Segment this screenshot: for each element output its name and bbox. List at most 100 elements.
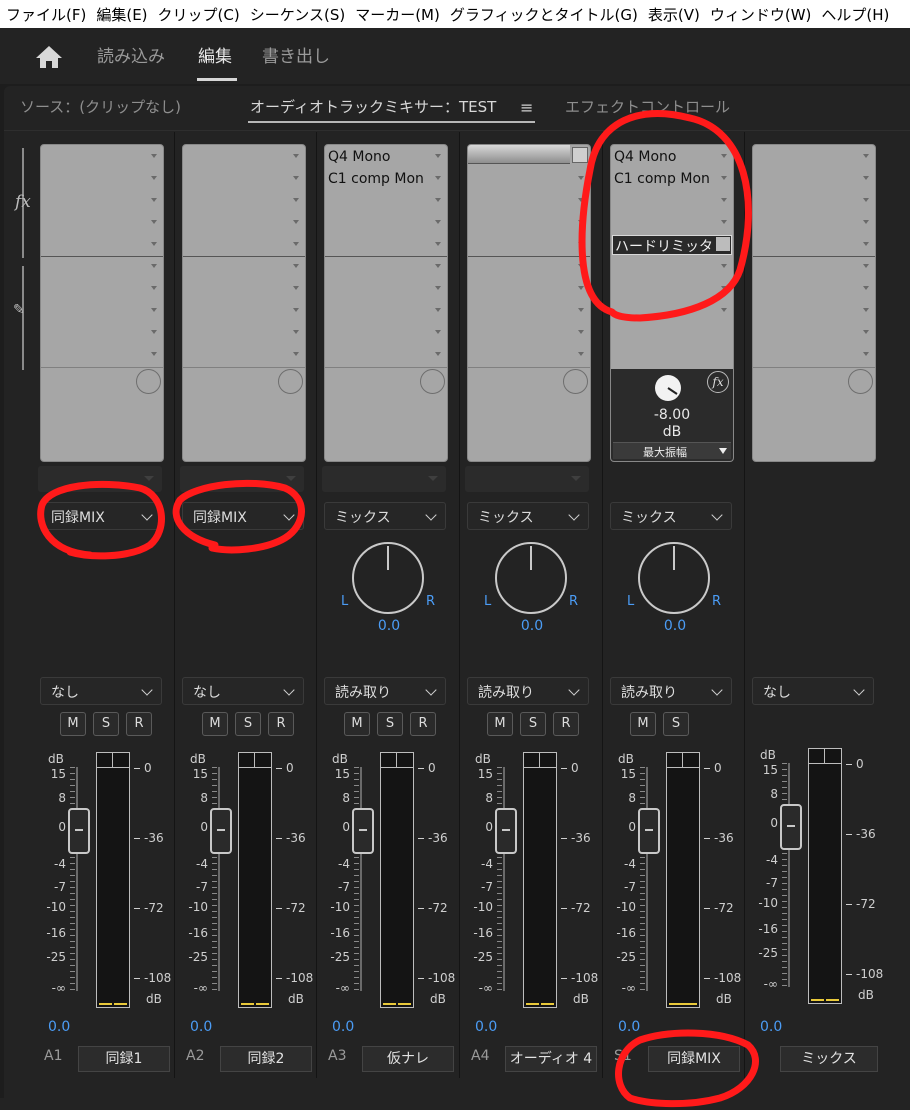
- panel-menu-icon[interactable]: ≡: [520, 98, 533, 117]
- effect-slot[interactable]: [41, 235, 163, 257]
- slot-dropdown-icon[interactable]: [435, 242, 441, 246]
- menu-item-5[interactable]: グラフィックとタイトル(G): [444, 4, 642, 25]
- menu-item-0[interactable]: ファイル(F): [0, 4, 90, 25]
- slot-dropdown-icon[interactable]: [578, 176, 584, 180]
- volume-value[interactable]: 0.0: [475, 1019, 497, 1035]
- effect-slot[interactable]: [468, 147, 590, 169]
- slot-dropdown-icon[interactable]: [293, 198, 299, 202]
- effect-slot[interactable]: [183, 235, 305, 257]
- slot-dropdown-icon[interactable]: [435, 176, 441, 180]
- send-level-knob[interactable]: [420, 369, 445, 394]
- effect-slot[interactable]: [753, 147, 875, 169]
- slot-dropdown-icon[interactable]: [721, 154, 727, 158]
- effect-slot[interactable]: [611, 213, 733, 235]
- slot-dropdown-icon[interactable]: [435, 264, 441, 268]
- slot-dropdown-icon[interactable]: [578, 242, 584, 246]
- solo-button[interactable]: S: [93, 712, 119, 736]
- parameter-knob[interactable]: [655, 375, 681, 401]
- workspace-tab-import[interactable]: 読み込み: [97, 42, 165, 67]
- send-slot[interactable]: [753, 301, 875, 323]
- slot-dropdown-icon[interactable]: [293, 308, 299, 312]
- effect-slot[interactable]: [183, 169, 305, 191]
- send-slot[interactable]: [325, 257, 447, 279]
- mute-button[interactable]: M: [344, 712, 370, 736]
- effect-slot[interactable]: [41, 169, 163, 191]
- send-slot[interactable]: [325, 279, 447, 301]
- send-slot[interactable]: [41, 279, 163, 301]
- tab-source[interactable]: ソース：(クリップなし): [20, 96, 181, 117]
- slot-dropdown-icon[interactable]: [293, 154, 299, 158]
- slot-dropdown-icon[interactable]: [151, 352, 157, 356]
- send-slot[interactable]: [183, 345, 305, 367]
- output-routing-dropdown[interactable]: 同録MIX: [40, 502, 162, 530]
- send-slot[interactable]: [753, 257, 875, 279]
- clip-indicator[interactable]: [239, 753, 271, 768]
- slot-dropdown-icon[interactable]: [151, 198, 157, 202]
- pan-value[interactable]: 0.0: [461, 618, 603, 634]
- track-name[interactable]: 同録1: [78, 1046, 170, 1072]
- send-slot[interactable]: [325, 301, 447, 323]
- send-level-knob[interactable]: [278, 369, 303, 394]
- slot-dropdown-icon[interactable]: [151, 330, 157, 334]
- effect-slot[interactable]: [325, 235, 447, 257]
- slot-dropdown-icon[interactable]: [435, 330, 441, 334]
- output-routing-dropdown[interactable]: ミックス: [610, 502, 732, 530]
- slot-dropdown-icon[interactable]: [721, 220, 727, 224]
- slot-dropdown-icon[interactable]: [293, 220, 299, 224]
- clip-indicator[interactable]: [667, 753, 699, 768]
- mute-button[interactable]: M: [630, 712, 656, 736]
- send-slot[interactable]: [183, 279, 305, 301]
- insert-effect-selected[interactable]: ハードリミッタ: [612, 235, 732, 255]
- slot-dropdown-icon[interactable]: [293, 330, 299, 334]
- slot-dropdown-icon[interactable]: [721, 176, 727, 180]
- mute-button[interactable]: M: [60, 712, 86, 736]
- record-button[interactable]: R: [268, 712, 294, 736]
- pan-value[interactable]: 0.0: [318, 618, 460, 634]
- volume-value[interactable]: 0.0: [760, 1019, 782, 1035]
- automation-mode-dropdown[interactable]: 読み取り: [467, 677, 589, 705]
- menu-item-3[interactable]: シーケンス(S): [244, 4, 349, 25]
- slot-dropdown-icon[interactable]: [151, 264, 157, 268]
- slot-dropdown-icon[interactable]: [151, 286, 157, 290]
- slot-dropdown-icon[interactable]: [578, 264, 584, 268]
- solo-button[interactable]: S: [520, 712, 546, 736]
- send-slot[interactable]: [41, 323, 163, 345]
- track-name[interactable]: ミックス: [780, 1046, 878, 1072]
- slot-dropdown-icon[interactable]: [863, 242, 869, 246]
- effect-slot[interactable]: [753, 235, 875, 257]
- effect-slot[interactable]: [753, 213, 875, 235]
- send-slot[interactable]: [753, 279, 875, 301]
- slot-dropdown-icon[interactable]: [863, 286, 869, 290]
- slot-dropdown-icon[interactable]: [435, 286, 441, 290]
- slot-dropdown-icon[interactable]: [151, 242, 157, 246]
- pan-knob[interactable]: [495, 542, 567, 614]
- output-routing-dropdown[interactable]: ミックス: [324, 502, 446, 530]
- slot-dropdown-icon[interactable]: [863, 330, 869, 334]
- clip-indicator[interactable]: [381, 753, 413, 768]
- insert-effect-dropdown-icon[interactable]: [716, 237, 730, 251]
- automation-mode-dropdown[interactable]: 読み取り: [324, 677, 446, 705]
- slot-dropdown-icon[interactable]: [435, 352, 441, 356]
- slot-dropdown-icon[interactable]: [721, 286, 727, 290]
- slot-dropdown-icon[interactable]: [863, 264, 869, 268]
- send-slot[interactable]: [468, 345, 590, 367]
- pan-value[interactable]: 0.0: [604, 618, 746, 634]
- effect-slot[interactable]: [183, 213, 305, 235]
- solo-button[interactable]: S: [377, 712, 403, 736]
- effect-slot[interactable]: [183, 191, 305, 213]
- mute-button[interactable]: M: [487, 712, 513, 736]
- clip-indicator[interactable]: [524, 753, 556, 768]
- solo-button[interactable]: S: [235, 712, 261, 736]
- tab-effect-controls[interactable]: エフェクトコントロール: [565, 96, 730, 117]
- clip-indicator[interactable]: [97, 753, 129, 768]
- record-button[interactable]: R: [410, 712, 436, 736]
- slot-dropdown-icon[interactable]: [721, 198, 727, 202]
- slot-dropdown-icon[interactable]: [863, 352, 869, 356]
- slot-dropdown-icon[interactable]: [863, 176, 869, 180]
- effect-slot[interactable]: [468, 169, 590, 191]
- send-slot[interactable]: [183, 257, 305, 279]
- slot-dropdown-icon[interactable]: [578, 352, 584, 356]
- tab-audio-track-mixer[interactable]: オーディオトラックミキサー：TEST: [250, 96, 496, 117]
- volume-value[interactable]: 0.0: [332, 1019, 354, 1035]
- mute-button[interactable]: M: [202, 712, 228, 736]
